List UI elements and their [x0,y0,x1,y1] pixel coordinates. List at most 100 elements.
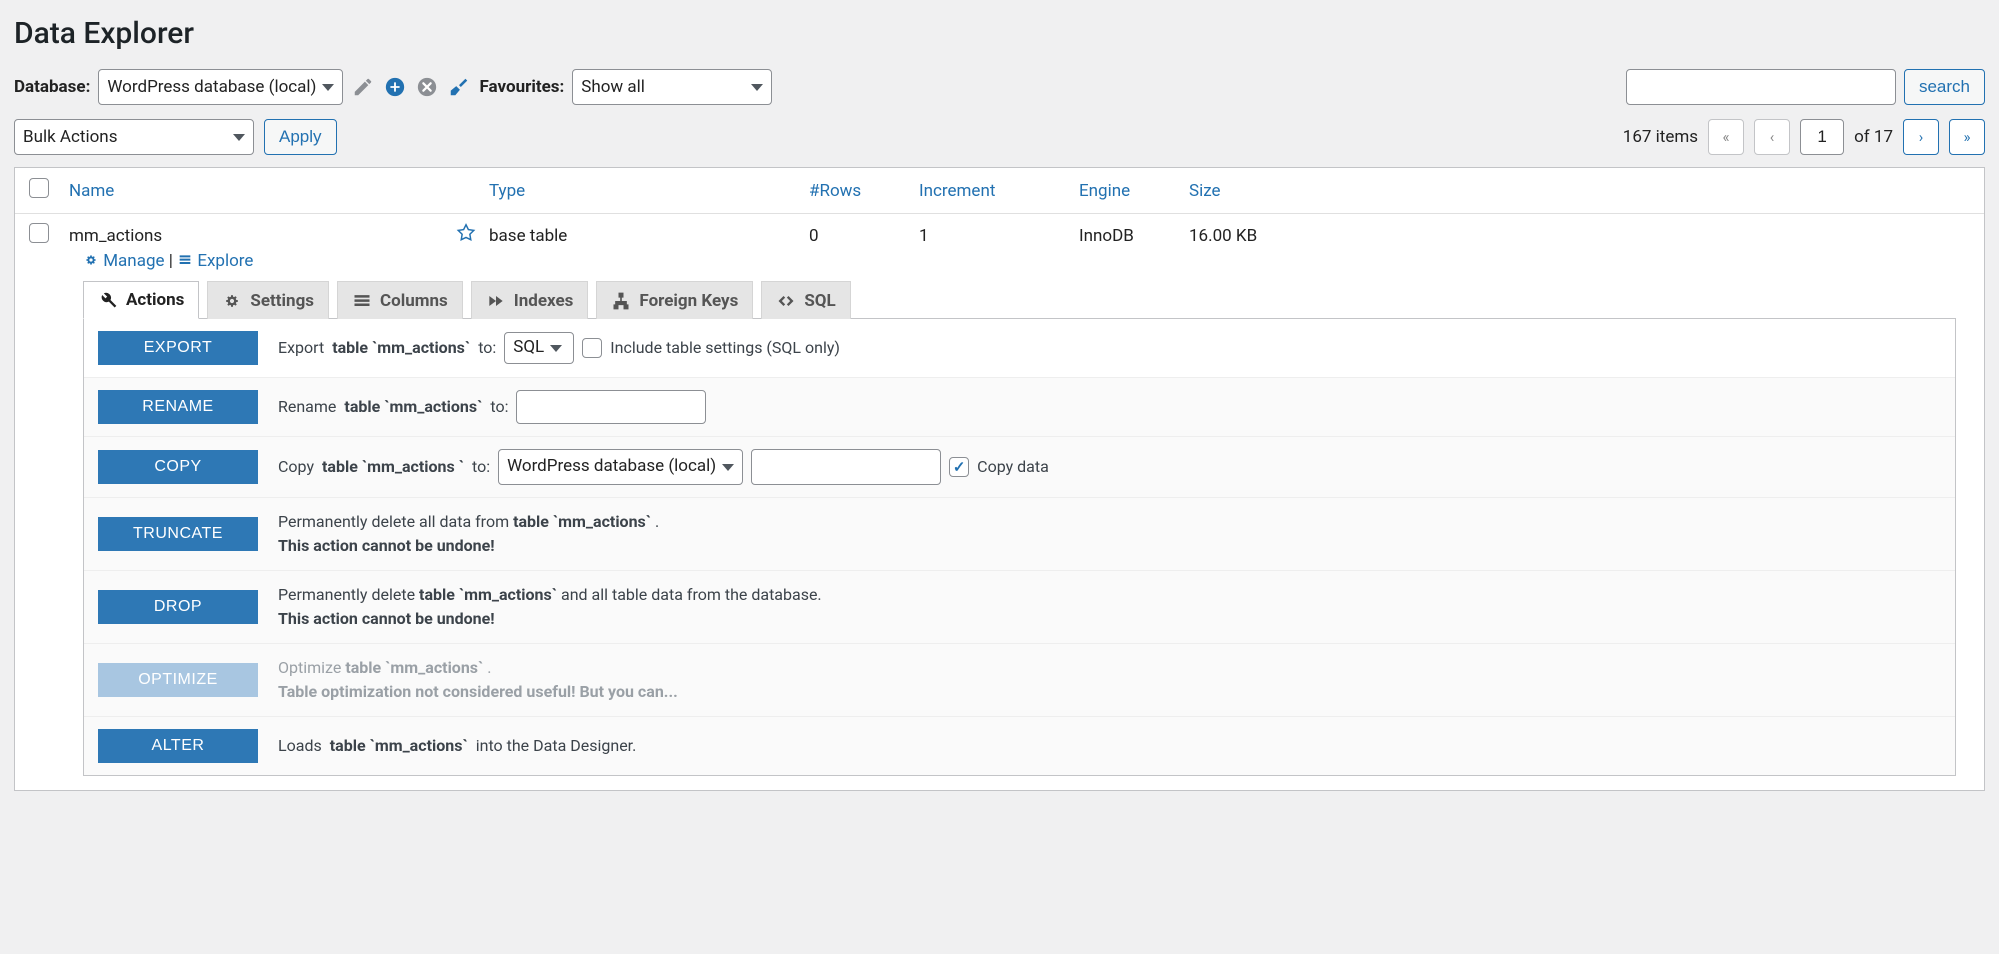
text: Permanently delete all data from [278,512,509,531]
chevron-down-icon [233,134,245,141]
text: Copy [278,455,314,479]
rename-button[interactable]: RENAME [98,390,258,424]
col-name[interactable]: Name [69,181,114,201]
actions-panel: EXPORT Export table `mm_actions` to: SQL… [83,318,1956,776]
chevron-down-icon [322,84,334,91]
rename-row: RENAME Rename table `mm_actions` to: [84,378,1955,437]
text: into the Data Designer. [476,734,637,758]
tab-actions[interactable]: Actions [83,281,199,319]
page-input[interactable] [1800,119,1844,155]
table: Name Type #Rows Increment Engine Size mm… [14,167,1985,791]
row-type: base table [489,226,809,246]
truncate-row: TRUNCATE Permanently delete all data fro… [84,498,1955,571]
text: table `mm_actions` [344,395,482,419]
text: Export [278,336,324,360]
alter-row: ALTER Loads table `mm_actions` into the … [84,717,1955,775]
copy-row: COPY Copy table `mm_actions ` to: WordPr… [84,437,1955,498]
text: . [655,512,659,531]
text: table `mm_actions ` [322,455,464,479]
tabs: Actions Settings Columns Indexes Foreign… [29,281,1970,319]
col-engine[interactable]: Engine [1079,181,1130,201]
drop-button[interactable]: DROP [98,590,258,624]
export-button[interactable]: EXPORT [98,331,258,365]
tab-foreignkeys[interactable]: Foreign Keys [596,281,753,319]
of-pages: of 17 [1854,127,1893,147]
first-page-button[interactable]: « [1708,119,1744,155]
tab-sql[interactable]: SQL [761,281,850,319]
drop-row: DROP Permanently delete table `mm_action… [84,571,1955,644]
export-format-select[interactable]: SQL [504,332,574,364]
tab-settings[interactable]: Settings [207,281,329,319]
search-input[interactable] [1626,69,1896,105]
remove-icon[interactable] [415,75,439,99]
truncate-button[interactable]: TRUNCATE [98,517,258,551]
favourites-select[interactable]: Show all [572,69,772,105]
tab-indexes[interactable]: Indexes [471,281,589,319]
row-actions: Manage | Explore [29,249,1970,281]
tab-label: Actions [126,290,184,310]
database-label: Database: [14,77,90,97]
text: Rename [278,395,336,419]
table-row: mm_actions base table 0 1 InnoDB 16.00 K… [15,214,1984,776]
text: Include table settings (SQL only) [610,336,840,360]
text: table `mm_actions` [330,734,468,758]
include-settings-checkbox[interactable] [582,338,602,358]
text: table `mm_actions` [419,585,557,604]
copy-button[interactable]: COPY [98,450,258,484]
text: This action cannot be undone! [278,534,659,558]
gear-icon [222,291,242,311]
select-value: WordPress database (local) [507,454,716,480]
rename-input[interactable] [516,390,706,424]
add-icon[interactable] [383,75,407,99]
table-header: Name Type #Rows Increment Engine Size [15,168,1984,214]
col-rows[interactable]: #Rows [809,181,861,201]
text: table `mm_actions` [513,512,651,531]
second-toolbar: Bulk Actions Apply 167 items « ‹ of 17 ›… [14,119,1985,155]
bulk-actions-select[interactable]: Bulk Actions [14,119,254,155]
star-icon[interactable] [455,222,477,244]
tab-columns[interactable]: Columns [337,281,463,319]
select-all-checkbox[interactable] [29,178,49,198]
tab-label: SQL [804,291,835,311]
row-rows: 0 [809,226,919,246]
manage-link[interactable]: Manage [103,251,164,271]
text: This action cannot be undone! [278,607,822,631]
explore-link[interactable]: Explore [197,251,253,271]
optimize-button[interactable]: OPTIMIZE [98,663,258,697]
tab-label: Columns [380,291,448,311]
copy-name-input[interactable] [751,449,941,485]
broom-icon[interactable] [447,75,471,99]
alter-button[interactable]: ALTER [98,729,258,763]
database-select[interactable]: WordPress database (local) [98,69,343,105]
row-checkbox[interactable] [29,223,49,243]
copy-db-select[interactable]: WordPress database (local) [498,449,743,485]
columns-icon [352,291,372,311]
row-size: 16.00 KB [1189,226,1970,246]
prev-page-button[interactable]: ‹ [1754,119,1790,155]
edit-icon[interactable] [351,75,375,99]
apply-button[interactable]: Apply [264,119,337,155]
row-increment: 1 [919,226,1079,246]
favourites-label: Favourites: [479,77,564,97]
page-title: Data Explorer [14,16,1985,51]
text: to: [472,455,490,479]
favourites-select-value: Show all [581,77,645,97]
search-button[interactable]: search [1904,69,1985,105]
col-type[interactable]: Type [489,181,525,201]
copy-data-checkbox[interactable] [949,457,969,477]
next-page-button[interactable]: › [1903,119,1939,155]
text: Loads [278,734,322,758]
optimize-row: OPTIMIZE Optimize table `mm_actions` . T… [84,644,1955,717]
export-row: EXPORT Export table `mm_actions` to: SQL… [84,319,1955,378]
forward-icon [486,291,506,311]
col-increment[interactable]: Increment [919,181,995,201]
chevron-down-icon [550,345,562,352]
col-size[interactable]: Size [1189,181,1221,201]
text: Table optimization not considered useful… [278,680,678,704]
wrench-icon [98,290,118,310]
last-page-button[interactable]: » [1949,119,1985,155]
bulk-actions-value: Bulk Actions [23,127,117,147]
hierarchy-icon [611,291,631,311]
text: . [487,658,491,677]
chevron-down-icon [722,464,734,471]
